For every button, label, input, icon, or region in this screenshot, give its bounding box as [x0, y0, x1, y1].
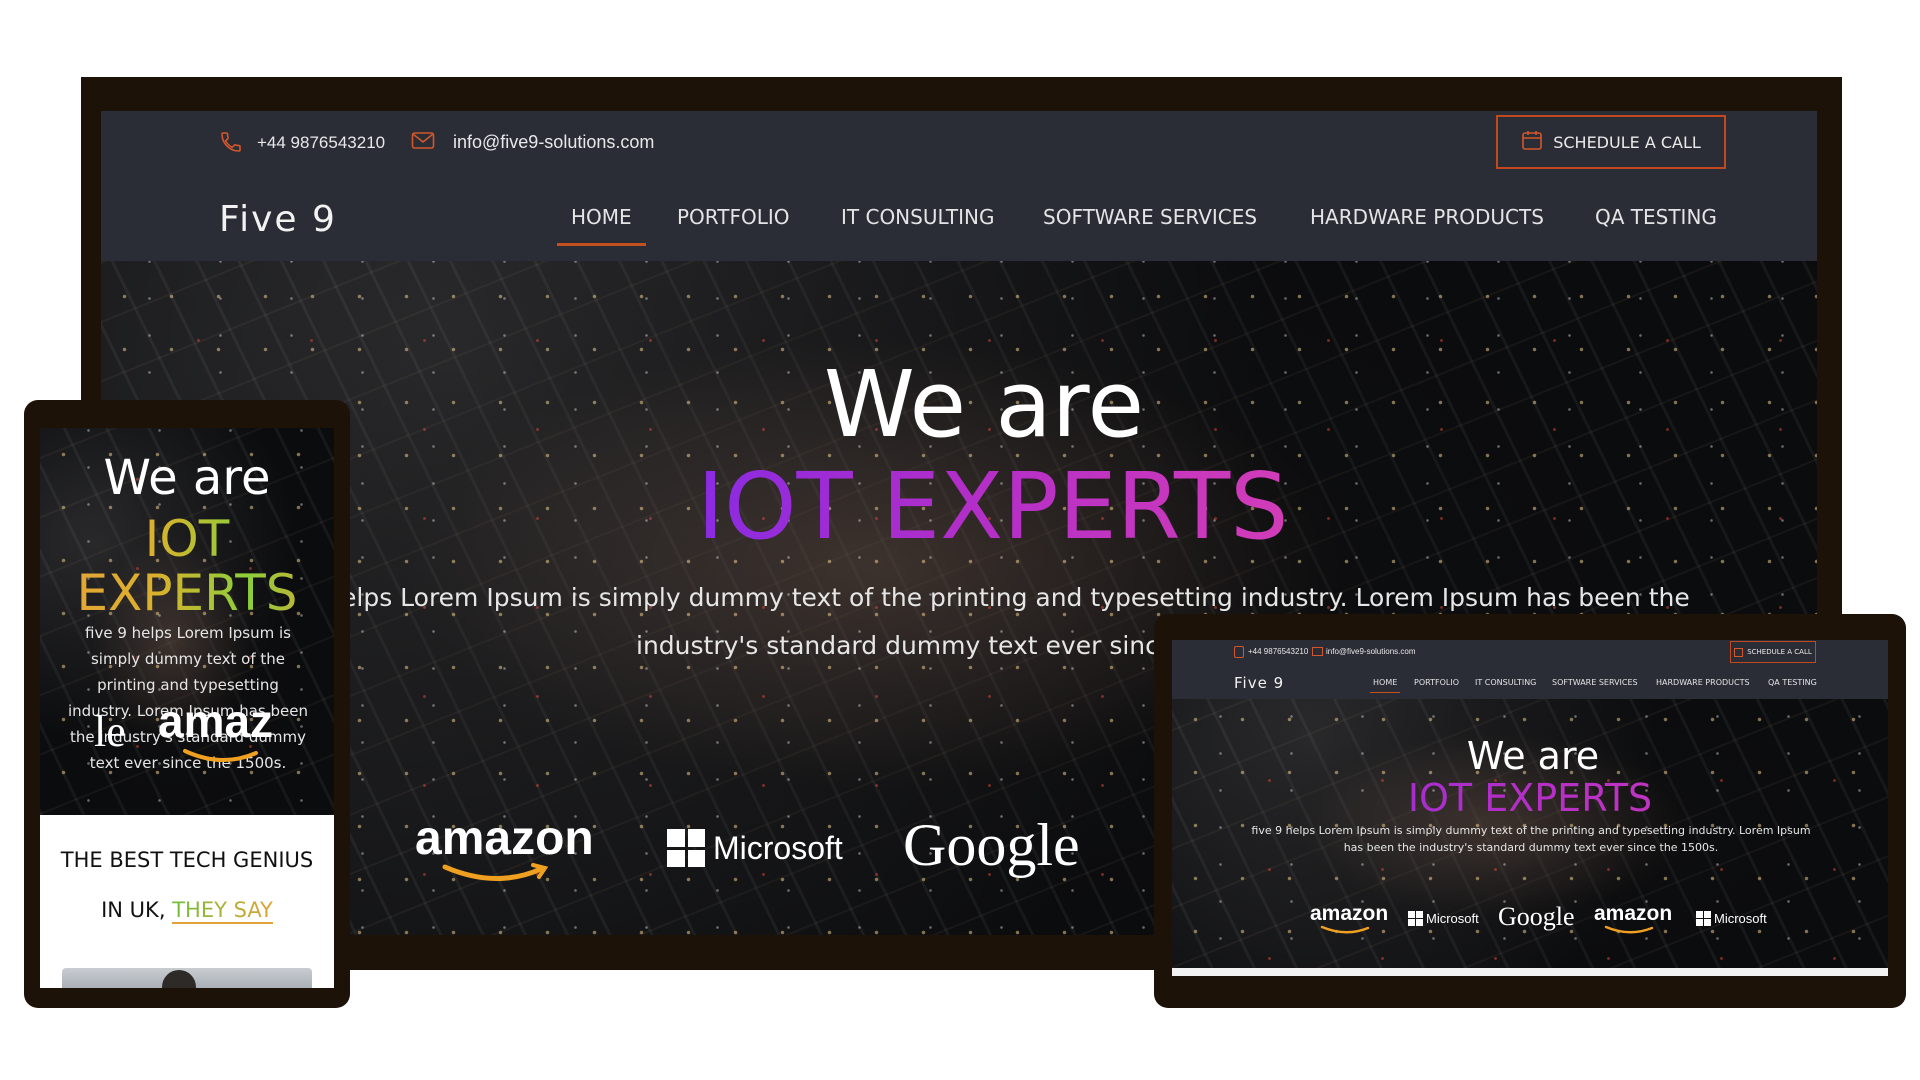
tablet-calendar-icon [1734, 647, 1744, 657]
mobile-partial-amazon-logo: amaz [158, 695, 274, 747]
schedule-call-label: SCHEDULE A CALL [1553, 132, 1701, 152]
tablet-phone-number[interactable]: +44 9876543210 [1248, 647, 1308, 656]
tablet-phone-icon [1234, 646, 1244, 658]
nav-software-services[interactable]: SOFTWARE SERVICES [1043, 205, 1257, 229]
email-link[interactable]: info@five9-solutions.com [453, 132, 654, 153]
avatar [162, 970, 196, 988]
tablet-nav-hardware-products[interactable]: HARDWARE PRODUCTS [1656, 678, 1750, 687]
tablet-nav-qa-testing[interactable]: QA TESTING [1768, 678, 1817, 687]
tablet-hero-description: five 9 helps Lorem Ipsum is simply dummy… [1251, 824, 1811, 854]
tablet-navbar: Five 9 HOME PORTFOLIO IT CONSULTING SOFT… [1172, 666, 1888, 699]
mobile-section-title-2: IN UK, THEY SAY [101, 898, 273, 924]
tablet-hero-line1: We are [1466, 734, 1600, 778]
mail-icon [411, 131, 435, 156]
tablet-brand-logo[interactable]: Five 9 [1234, 674, 1284, 692]
nav-hardware-products[interactable]: HARDWARE PRODUCTS [1310, 205, 1544, 229]
mobile-hero-line2a: IOT [40, 510, 334, 568]
tablet-microsoft-logo: Microsoft [1408, 911, 1479, 926]
mobile-amazon-smile-icon [183, 749, 258, 763]
tablet-schedule-call-button[interactable]: SCHEDULE A CALL [1730, 641, 1816, 663]
mobile-highlight-they-say: THEY SAY [172, 898, 273, 924]
brand-logo[interactable]: Five 9 [219, 199, 337, 240]
tablet-mail-icon [1312, 647, 1323, 656]
main-navbar: Five 9 HOME PORTFOLIO IT CONSULTING SOFT… [101, 179, 1817, 261]
top-contact-bar: +44 9876543210 info@five9-solutions.com … [101, 111, 1817, 180]
tablet-nav-software-services[interactable]: SOFTWARE SERVICES [1552, 678, 1638, 687]
nav-portfolio[interactable]: PORTFOLIO [677, 205, 790, 229]
mobile-frame: We are IOT EXPERTS five 9 helps Lorem Ip… [24, 400, 350, 1008]
hero-heading-line1: We are [823, 351, 1145, 458]
mobile-hero-line1: We are [103, 450, 271, 506]
tablet-microsoft-logo-2: Microsoft [1696, 911, 1767, 926]
nav-home[interactable]: HOME [557, 205, 646, 246]
mobile-hero-line2b: EXPERTS [40, 564, 334, 622]
tablet-nav-home[interactable]: HOME [1370, 678, 1401, 693]
schedule-call-button[interactable]: SCHEDULE A CALL [1496, 115, 1726, 169]
amazon-logo: amazon [415, 811, 594, 882]
google-logo: Google [903, 812, 1080, 878]
tablet-top-contact-bar: +44 9876543210 info@five9-solutions.com … [1172, 640, 1888, 667]
phone-icon [219, 129, 243, 160]
hero-description-line2: industry's standard dummy text ever sinc [636, 631, 1159, 660]
tablet-nav-portfolio[interactable]: PORTFOLIO [1414, 678, 1459, 687]
tablet-google-logo: Google [1498, 902, 1575, 931]
calendar-icon [1521, 129, 1543, 155]
nav-qa-testing[interactable]: QA TESTING [1595, 205, 1717, 229]
hero-description-line1: elps Lorem Ipsum is simply dummy text of… [341, 583, 1690, 612]
mobile-testimonial-image [62, 968, 312, 988]
mobile-screen: We are IOT EXPERTS five 9 helps Lorem Ip… [40, 428, 334, 988]
tablet-screen: +44 9876543210 info@five9-solutions.com … [1172, 640, 1888, 976]
tablet-email-link[interactable]: info@five9-solutions.com [1326, 647, 1416, 656]
mobile-partial-logo-left: le [94, 707, 126, 756]
hero-heading-line2: IOT EXPERTS [697, 453, 1289, 560]
tablet-amazon-logo-2: amazon [1594, 902, 1672, 934]
tablet-frame: +44 9876543210 info@five9-solutions.com … [1154, 614, 1906, 1008]
tablet-hero-line2: IOT EXPERTS [1172, 776, 1888, 820]
nav-it-consulting[interactable]: IT CONSULTING [841, 205, 994, 229]
phone-number[interactable]: +44 9876543210 [257, 133, 385, 153]
microsoft-logo: Microsoft [667, 829, 843, 867]
mobile-hero: We are IOT EXPERTS five 9 helps Lorem Ip… [40, 428, 334, 815]
mobile-section-title-1: THE BEST TECH GENIUS [60, 848, 314, 872]
tablet-amazon-logo: amazon [1310, 902, 1388, 934]
tablet-nav-it-consulting[interactable]: IT CONSULTING [1475, 678, 1536, 687]
tablet-bottom-strip [1172, 968, 1888, 976]
